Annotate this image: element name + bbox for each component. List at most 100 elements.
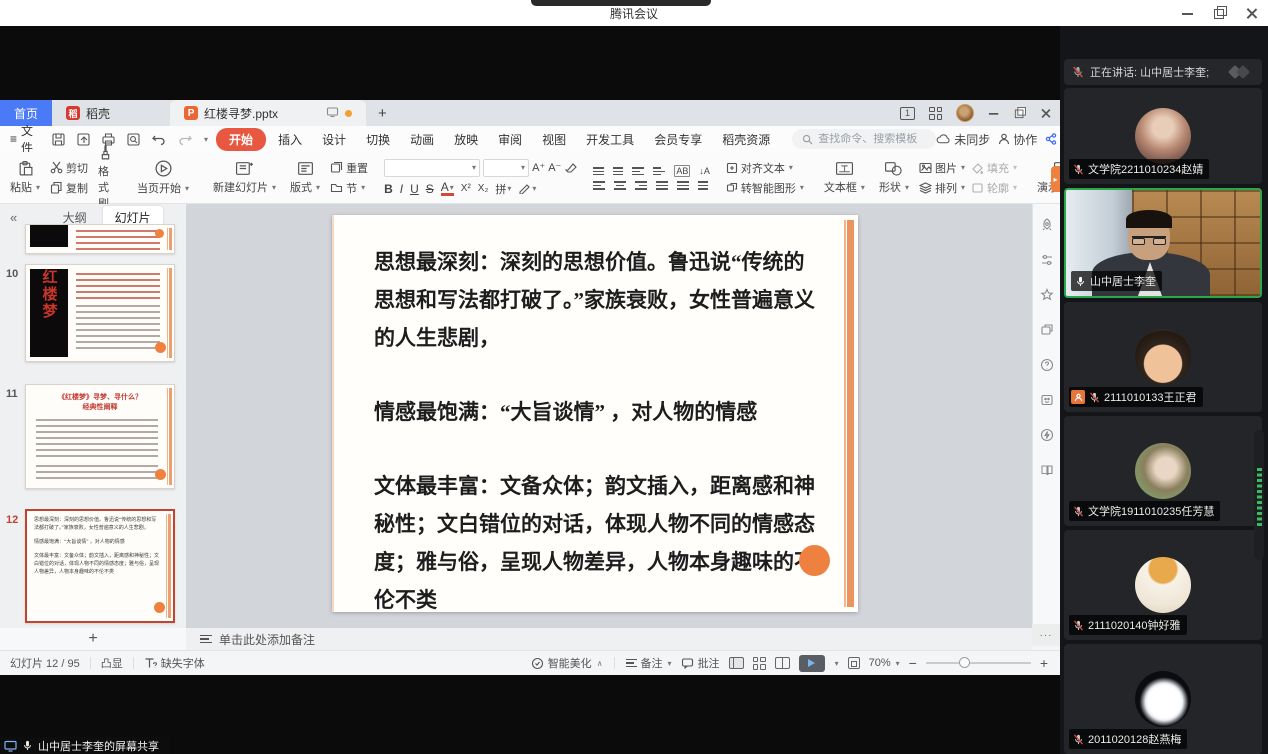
tab-view[interactable]: 视图 — [534, 128, 574, 151]
screen-share-indicator[interactable]: 山中居士李奎的屏幕共享 — [0, 737, 169, 754]
decrease-indent-icon[interactable] — [632, 167, 644, 175]
tab-devtools[interactable]: 开发工具 — [578, 128, 642, 151]
properties-sliders-icon[interactable] — [1040, 253, 1054, 267]
line-spacing-icon[interactable] — [698, 181, 708, 189]
restore-button[interactable] — [1214, 7, 1226, 19]
tab-docer[interactable]: 稻 稻壳 — [52, 100, 124, 126]
fill-button[interactable]: 填充▾ — [971, 160, 1017, 176]
notes-bar[interactable]: 单击此处添加备注 — [186, 628, 1032, 650]
layout-button[interactable]: 版式▾ — [286, 159, 324, 196]
participant-tile[interactable]: 文学院1911010235任芳慧 — [1064, 416, 1262, 526]
slide-text-block[interactable]: 思想最深刻：深刻的思想价值。鲁迅说“传统的思想和写法都打破了。”家族衰败，女性普… — [374, 243, 816, 628]
tab-animation[interactable]: 动画 — [402, 128, 442, 151]
zoom-slider-knob[interactable] — [959, 657, 970, 668]
new-tab-button[interactable]: + — [366, 100, 399, 126]
font-size-select[interactable]: ▾ — [483, 159, 529, 177]
text-box-button[interactable]: 文本框▾ — [820, 159, 869, 196]
increase-indent-icon[interactable] — [653, 167, 665, 175]
ribbon-expand-handle[interactable]: ▸ — [1051, 166, 1060, 192]
strike-button[interactable]: S — [426, 182, 434, 196]
format-painter-button[interactable]: 格式刷 — [94, 143, 117, 212]
tab-slideshow[interactable]: 放映 — [446, 128, 486, 151]
command-search[interactable] — [792, 129, 936, 149]
play-from-current-button[interactable]: 当页开始▾ — [133, 158, 193, 197]
effects-star-icon[interactable] — [1040, 288, 1054, 302]
account-avatar[interactable] — [956, 104, 974, 122]
undo-icon[interactable] — [151, 132, 167, 146]
file-menu[interactable]: ≡ 文件 — [0, 122, 43, 156]
participant-tile-speaking[interactable]: 山中居士李奎 — [1064, 188, 1262, 298]
distribute-icon[interactable] — [677, 181, 689, 189]
font-family-select[interactable]: ▾ — [384, 159, 480, 177]
underline-button[interactable]: U — [410, 182, 419, 196]
numbered-list-icon[interactable] — [613, 167, 623, 175]
picture-button[interactable]: 图片▾ — [919, 160, 965, 176]
normal-view-button[interactable] — [729, 657, 744, 669]
text-direction-icon[interactable]: AB — [674, 165, 690, 177]
cut-button[interactable]: 剪切 — [50, 160, 88, 176]
tab-docer-resources[interactable]: 稻壳资源 — [714, 128, 778, 151]
slide-canvas[interactable]: 思想最深刻：深刻的思想价值。鲁迅说“传统的思想和写法都打破了。”家族衰败，女性普… — [186, 204, 1032, 628]
new-slide-button[interactable]: 新建幻灯片▾ — [209, 159, 280, 196]
slide-thumbnail-12-selected[interactable]: 思想最深刻：深刻的思想价值。鲁迅说“传统的思想和写法都打破了。”家族衰败，女性普… — [25, 509, 175, 623]
section-button[interactable]: 节▾ — [330, 180, 368, 196]
zoom-slider[interactable] — [926, 662, 1031, 664]
meeting-topbar-handle[interactable] — [531, 0, 711, 6]
preview-icon[interactable] — [126, 132, 141, 147]
wps-close-button[interactable] — [1041, 108, 1051, 118]
tab-transition[interactable]: 切换 — [358, 128, 398, 151]
justify-icon[interactable] — [656, 181, 668, 189]
play-options-icon[interactable]: ▾ — [835, 659, 839, 668]
help-icon[interactable] — [1040, 358, 1054, 372]
participant-tile[interactable]: 2111020140钟好雅 — [1064, 530, 1262, 640]
reading-view-button[interactable] — [775, 657, 790, 669]
reset-button[interactable]: 重置 — [330, 160, 368, 176]
single-window-icon[interactable]: 1 — [900, 107, 915, 120]
slide-thumbnail-11[interactable]: 《红楼梦》寻梦、寻什么？ 经典性阐释 — [25, 384, 175, 489]
align-left-icon[interactable] — [593, 181, 605, 189]
side-toolbar-more-button[interactable]: ··· — [1032, 624, 1060, 646]
slideshow-play-button[interactable] — [799, 655, 825, 672]
history-dropdown-icon[interactable]: ▾ — [204, 135, 208, 144]
slide-thumbnail-10[interactable]: 红楼梦 — [25, 264, 175, 362]
align-right-icon[interactable] — [635, 181, 647, 189]
zoom-in-button[interactable]: + — [1040, 655, 1048, 671]
fit-slide-button[interactable] — [848, 657, 860, 669]
search-input[interactable] — [818, 133, 926, 145]
italic-button[interactable]: I — [400, 182, 403, 196]
tab-start[interactable]: 开始 — [216, 128, 266, 151]
copy-button[interactable]: 复制 — [50, 180, 88, 196]
superscript-button[interactable]: X² — [461, 183, 471, 194]
missing-font-warning[interactable]: 缺失字体 — [144, 655, 205, 671]
sync-status[interactable]: 未同步 — [936, 131, 990, 148]
increase-font-icon[interactable]: A⁺ — [532, 161, 545, 174]
outline-button[interactable]: 轮廓▾ — [971, 180, 1017, 196]
font-color-button[interactable]: A▾ — [441, 182, 454, 196]
shapes-button[interactable]: 形状▾ — [875, 159, 913, 196]
reference-book-icon[interactable] — [1040, 463, 1054, 477]
tab-membership[interactable]: 会员专享 — [646, 128, 710, 151]
animation-pane-icon[interactable] — [1040, 323, 1054, 337]
smart-graphic-button[interactable]: 转智能图形▾ — [726, 180, 804, 196]
redo-icon[interactable] — [177, 132, 193, 146]
tab-design[interactable]: 设计 — [314, 128, 354, 151]
slide-sorter-view-button[interactable] — [753, 657, 766, 670]
align-text-button[interactable]: 对齐文本▾ — [726, 160, 804, 176]
tab-document[interactable]: P 红楼寻梦.pptx — [170, 100, 366, 126]
export-icon[interactable] — [76, 132, 91, 147]
arrange-button[interactable]: 排列▾ — [919, 180, 965, 196]
apps-grid-icon[interactable] — [929, 107, 942, 120]
bold-button[interactable]: B — [384, 182, 393, 196]
minimize-button[interactable] — [1182, 7, 1194, 19]
collaborate-button[interactable]: 协作 — [998, 131, 1037, 148]
current-slide[interactable]: 思想最深刻：深刻的思想价值。鲁迅说“传统的思想和写法都打破了。”家族衰败，女性普… — [332, 215, 858, 612]
tab-insert[interactable]: 插入 — [270, 128, 310, 151]
bullet-list-icon[interactable] — [593, 167, 604, 175]
wps-restore-button[interactable] — [1015, 108, 1025, 118]
zoom-out-button[interactable]: − — [909, 655, 917, 671]
participant-tile[interactable]: 2111010133王正君 — [1064, 302, 1262, 412]
tab-review[interactable]: 审阅 — [490, 128, 530, 151]
sort-text-icon[interactable]: ↓A — [699, 166, 710, 176]
save-icon[interactable] — [51, 132, 66, 147]
participant-tile[interactable]: 文学院2211010234赵婧 — [1064, 88, 1262, 184]
